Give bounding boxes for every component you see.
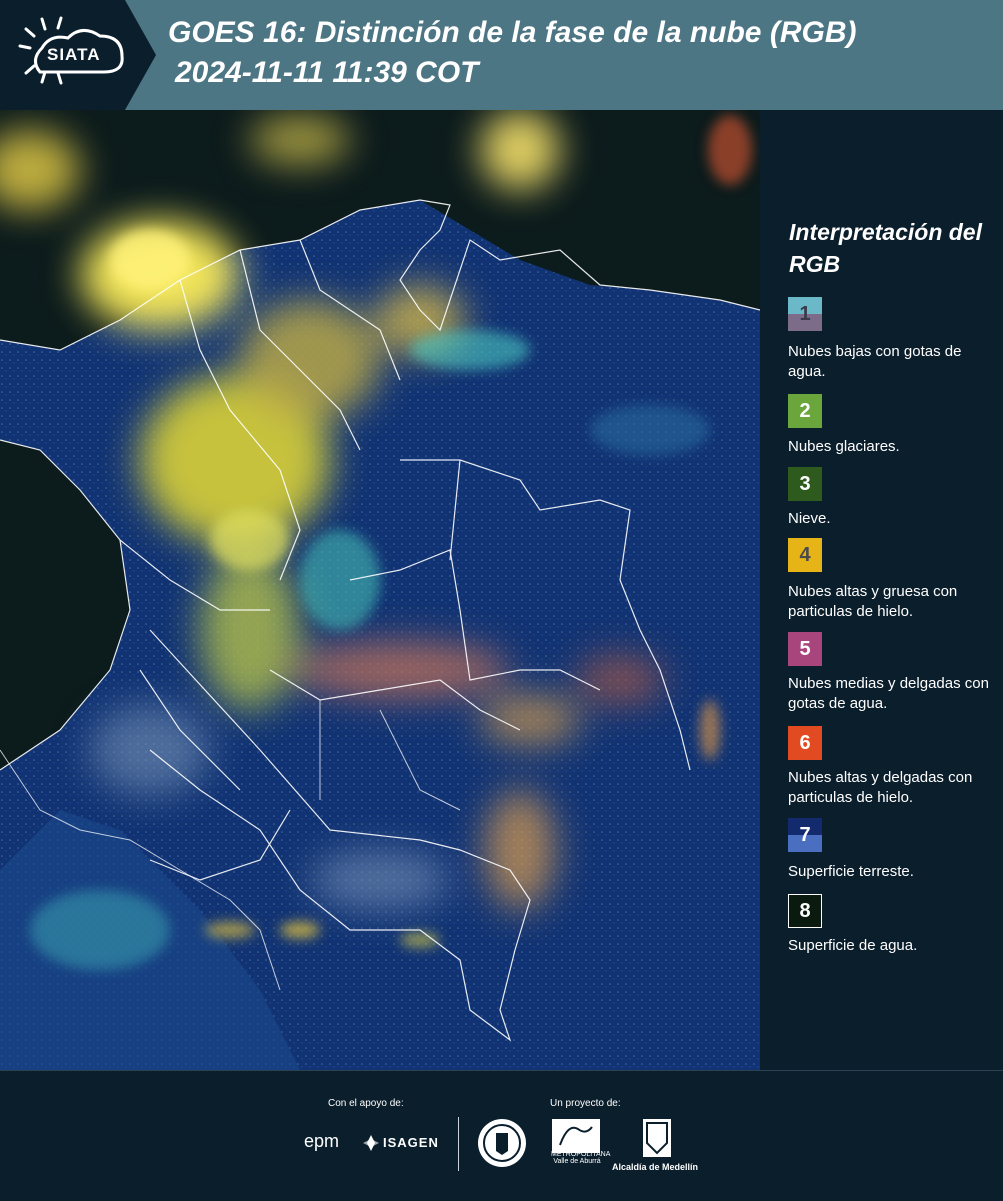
logo-text: SIATA [47, 45, 101, 64]
footer-divider [458, 1117, 459, 1171]
footer: Con el apoyo de: Un proyecto de: epm ISA… [0, 1070, 1003, 1201]
legend-label-7: Superficie terreste. [788, 863, 914, 880]
seal-icon [478, 1119, 526, 1167]
area-metropolitana-logo: METROPOLITANA Valle de Aburrá [551, 1151, 611, 1165]
legend-label-4: Nubes altas y gruesa con particulas de h… [788, 583, 958, 620]
satellite-map [0, 110, 760, 1070]
legend-swatch-1: 1 [788, 297, 822, 331]
medellin-shield-icon [643, 1119, 671, 1157]
legend-swatch-5: 5 [788, 632, 822, 666]
alcaldia-logo: Alcaldía de Medellín [612, 1162, 699, 1172]
legend-swatch-4: 4 [788, 538, 822, 572]
page-title: GOES 16: Distinción de la fase de la nub… [168, 16, 857, 49]
support-label: Con el apoyo de: [328, 1098, 404, 1109]
timestamp: 2024-11-11 11:39 COT [175, 56, 479, 89]
project-label: Un proyecto de: [550, 1098, 621, 1109]
legend-label-3: Nieve. [788, 510, 831, 527]
legend-label-2: Nubes glaciares. [788, 438, 900, 455]
legend-swatch-2: 2 [788, 394, 822, 428]
isagen-logo: ISAGEN [383, 1135, 439, 1150]
legend-swatch-6: 6 [788, 726, 822, 760]
legend-swatch-7: 7 [788, 818, 822, 852]
legend-label-5: Nubes medias y delgadas con gotas de agu… [788, 675, 989, 712]
siata-logo: SIATA [0, 0, 160, 110]
area-metropolitana-icon [552, 1119, 600, 1153]
epm-logo: epm [304, 1131, 340, 1151]
legend-panel: Interpretación del RGB 1 Nubes bajas con … [760, 110, 1003, 1070]
legend-label-6: Nubes altas y delgadas con particulas de… [788, 769, 973, 806]
legend-label-8: Superficie de agua. [788, 937, 918, 954]
legend-swatch-3: 3 [788, 467, 822, 501]
header: SIATA GOES 16: Distinción de la fase de … [0, 0, 1003, 110]
legend-title: Interpretación del RGB [789, 219, 982, 277]
isagen-icon [363, 1135, 379, 1151]
legend-label-1: Nubes bajas con gotas de agua. [788, 343, 962, 380]
legend-swatch-8: 8 [788, 894, 822, 928]
